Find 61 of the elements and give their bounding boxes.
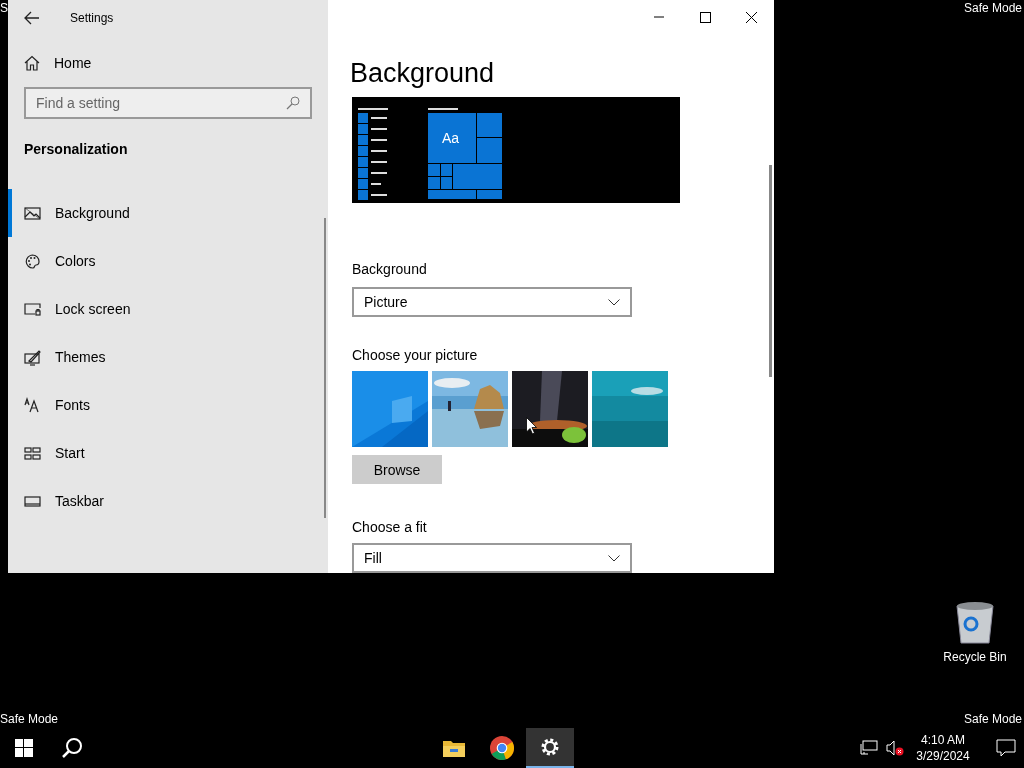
scrollbar[interactable] [324,218,326,518]
clock-time: 4:10 AM [921,732,965,748]
item-label: Colors [55,253,96,269]
search-icon [61,737,83,759]
search-icon [286,96,300,110]
close-icon [745,11,757,23]
field-label: Background [352,261,427,278]
brush-icon [24,348,41,366]
item-label: Fonts [55,397,90,413]
clock[interactable]: 4:10 AM 3/29/2024 [912,732,974,764]
item-label: Start [55,445,85,461]
sidebar-item[interactable]: Taskbar [8,477,208,525]
scrollbar[interactable] [769,165,772,377]
fonts-icon [24,396,41,414]
page-heading: Background [350,57,495,90]
sidebar-item[interactable]: Colors [8,237,208,285]
gear-icon [539,736,561,758]
muted-speaker-icon[interactable] [886,740,904,756]
start-icon [24,444,41,462]
fit-dropdown[interactable]: Fill [352,543,632,573]
lock-icon [24,300,41,318]
section-heading: Personalization [24,141,129,157]
safe-mode-label: Safe Mode [963,712,1022,726]
sidebar-item[interactable]: Fonts [8,381,208,429]
home-link[interactable]: Home [24,55,92,71]
item-label: Themes [55,349,106,365]
sidebar-item[interactable]: Themes [8,333,208,381]
palette-icon [24,252,41,270]
home-label: Home [54,55,92,71]
chrome-icon [490,736,514,760]
taskbar-app[interactable] [526,728,574,768]
sidebar-item[interactable]: Background [8,189,208,237]
item-label: Background [55,205,130,221]
clock-date: 3/29/2024 [916,748,970,764]
item-label: Lock screen [55,301,131,317]
back-arrow-icon [24,11,40,25]
icon-label: Recycle Bin [943,650,1007,664]
pointer-icon [526,417,537,435]
browse-button[interactable]: Browse [352,455,442,485]
window-title: Settings [70,11,114,25]
field-label: Choose a fit [352,519,427,536]
recycle-bin-icon[interactable] [955,600,995,644]
safe-mode-label: S [0,1,8,15]
windows-icon [15,739,33,757]
home-icon [24,55,40,71]
sidebar-item[interactable]: Lock screen [8,285,208,333]
network-icon[interactable] [860,740,878,756]
search-field[interactable]: Find a setting [24,87,312,119]
safe-mode-label: Safe Mode [0,712,59,726]
field-label: Choose your picture [352,347,478,364]
maximize-icon [699,11,711,23]
item-label: Taskbar [55,493,105,509]
chevron-icon [608,298,620,306]
tile-label: Aa [442,130,460,146]
folder-icon [443,739,465,757]
sidebar-item[interactable]: Start [8,429,208,477]
safe-mode-label: Safe Mode [963,1,1022,15]
chevron-icon [608,554,620,562]
notification-icon[interactable] [996,739,1016,757]
background-dropdown[interactable]: Picture [352,287,632,318]
picture-icon [24,204,41,222]
